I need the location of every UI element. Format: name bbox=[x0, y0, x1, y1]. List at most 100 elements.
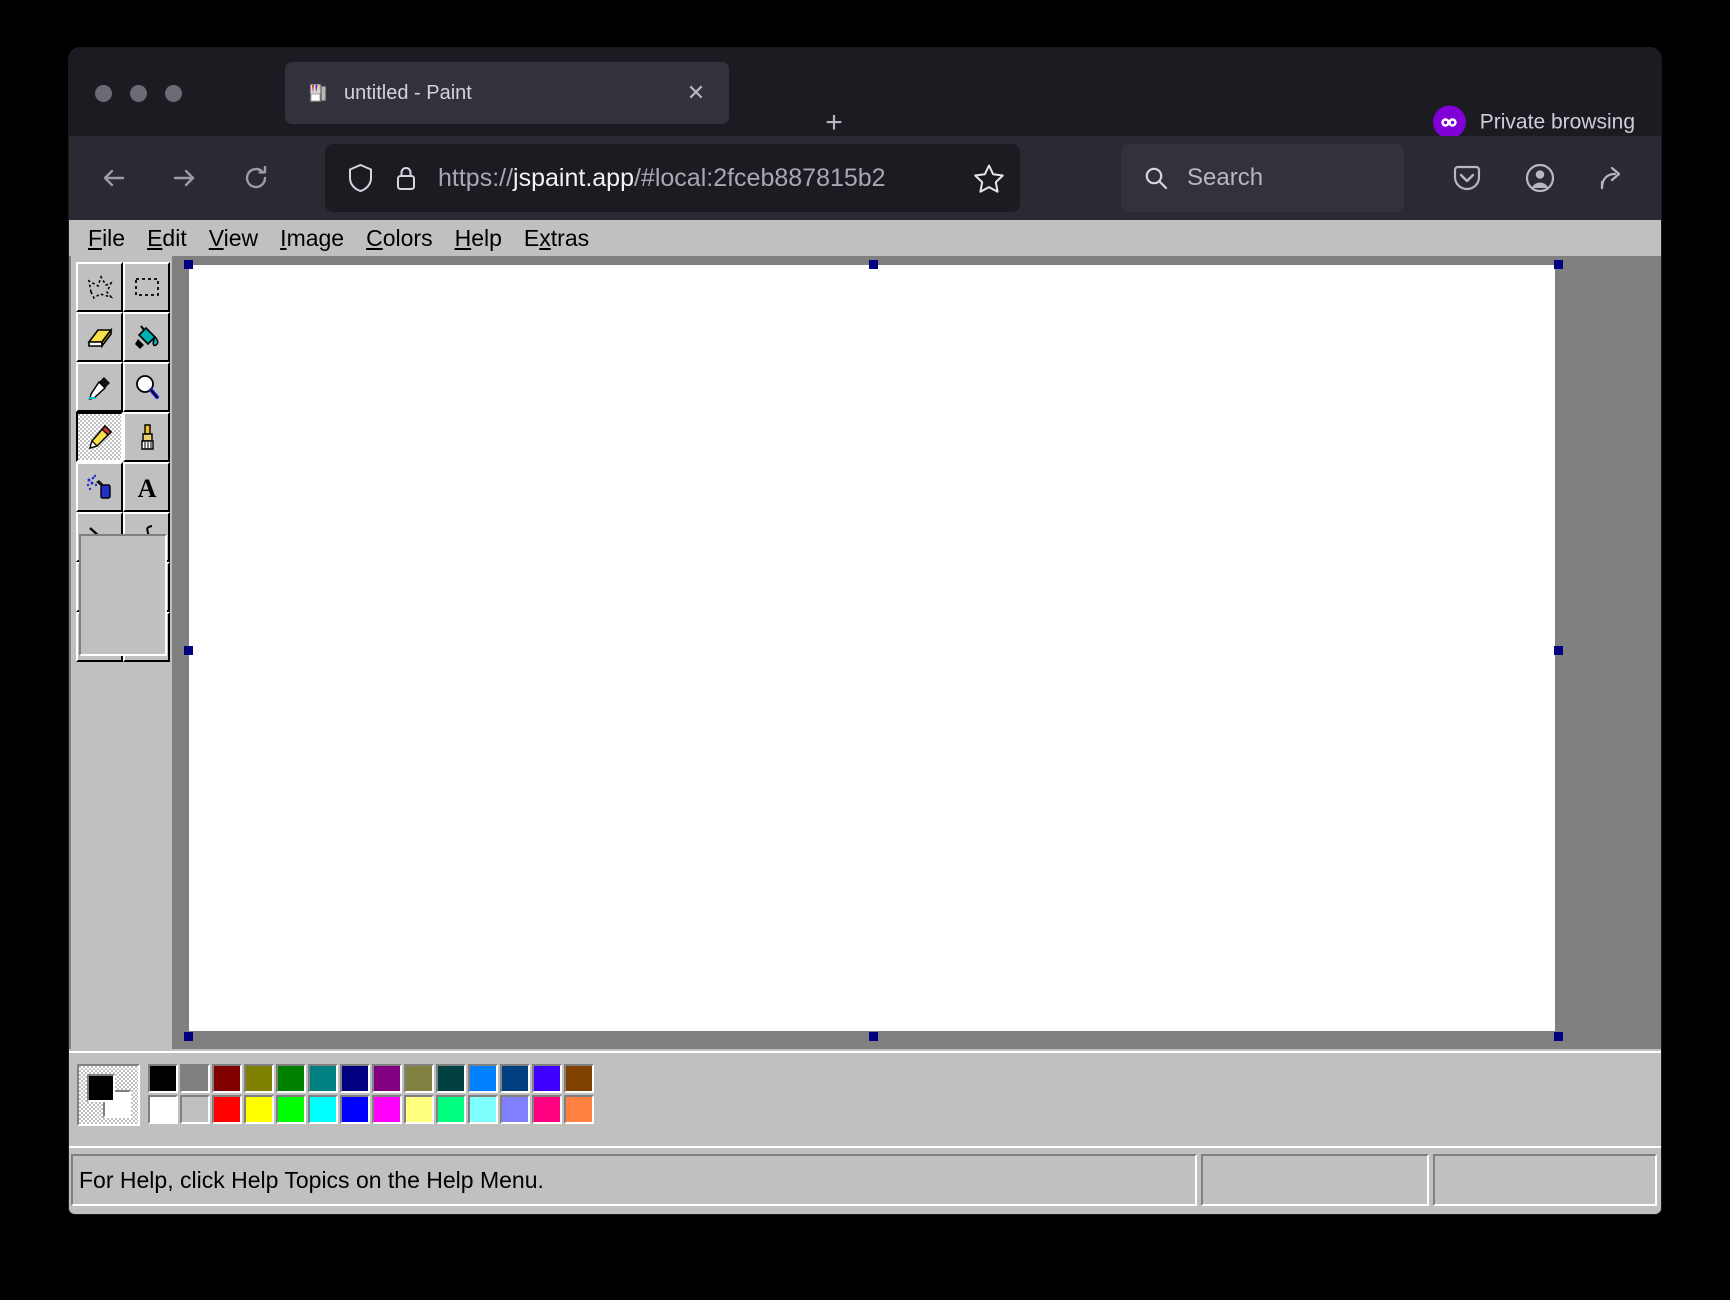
drawing-canvas[interactable] bbox=[189, 265, 1555, 1031]
window-traffic-lights bbox=[95, 85, 182, 102]
paint-palette-icon bbox=[307, 82, 329, 104]
palette-swatch[interactable] bbox=[372, 1064, 402, 1093]
palette-swatch[interactable] bbox=[308, 1064, 338, 1093]
palette-swatch[interactable] bbox=[564, 1095, 594, 1124]
palette-swatch[interactable] bbox=[180, 1095, 210, 1124]
palette-swatch[interactable] bbox=[276, 1095, 306, 1124]
menu-image[interactable]: Image bbox=[269, 223, 355, 254]
palette-swatch[interactable] bbox=[404, 1095, 434, 1124]
browser-tab[interactable]: untitled - Paint ✕ bbox=[285, 62, 729, 124]
palette-swatch[interactable] bbox=[372, 1095, 402, 1124]
color-palette bbox=[77, 1064, 596, 1126]
shield-icon[interactable] bbox=[347, 163, 374, 193]
color-palette-bar bbox=[69, 1051, 1661, 1146]
palette-swatch[interactable] bbox=[532, 1064, 562, 1093]
tool-pick-color[interactable] bbox=[76, 362, 123, 412]
pocket-icon[interactable] bbox=[1450, 161, 1484, 195]
share-icon[interactable] bbox=[1596, 161, 1630, 195]
reload-icon[interactable] bbox=[236, 158, 276, 198]
menu-view[interactable]: View bbox=[198, 223, 269, 254]
new-tab-button[interactable]: + bbox=[817, 106, 851, 140]
palette-swatch[interactable] bbox=[436, 1064, 466, 1093]
tool-rectangle-select[interactable] bbox=[123, 262, 170, 312]
tool-free-form-select[interactable] bbox=[76, 262, 123, 312]
close-icon[interactable]: ✕ bbox=[679, 76, 713, 110]
palette-swatch[interactable] bbox=[500, 1064, 530, 1093]
url-bar[interactable]: https://jspaint.app/#local:2fceb887815b2 bbox=[325, 144, 1020, 212]
palette-swatch[interactable] bbox=[276, 1064, 306, 1093]
maximize-window-button[interactable] bbox=[165, 85, 182, 102]
palette-swatch[interactable] bbox=[436, 1095, 466, 1124]
tool-options-panel bbox=[79, 534, 167, 656]
menu-file[interactable]: File bbox=[77, 223, 136, 254]
tool-magnifier[interactable] bbox=[123, 362, 170, 412]
canvas-handle-middle-right[interactable] bbox=[1554, 646, 1563, 655]
palette-swatch[interactable] bbox=[564, 1064, 594, 1093]
canvas-handle-bottom-right[interactable] bbox=[1554, 1032, 1563, 1041]
palette-swatch[interactable] bbox=[404, 1064, 434, 1093]
search-input[interactable]: Search bbox=[1187, 164, 1263, 192]
arrow-right-icon[interactable] bbox=[164, 158, 204, 198]
tool-fill-with-color[interactable] bbox=[123, 312, 170, 362]
mask-icon bbox=[1433, 106, 1466, 139]
lock-icon[interactable] bbox=[394, 164, 418, 192]
current-colors-indicator[interactable] bbox=[77, 1064, 140, 1126]
palette-swatch[interactable] bbox=[212, 1064, 242, 1093]
palette-swatch[interactable] bbox=[532, 1095, 562, 1124]
canvas-with-handles bbox=[186, 262, 1558, 1034]
palette-swatch[interactable] bbox=[212, 1095, 242, 1124]
close-window-button[interactable] bbox=[95, 85, 112, 102]
palette-swatch[interactable] bbox=[500, 1095, 530, 1124]
menu-bar: FileEditViewImageColorsHelpExtras bbox=[69, 220, 1661, 256]
search-icon bbox=[1143, 165, 1169, 191]
star-icon[interactable] bbox=[972, 162, 1006, 196]
status-coordinates-panel bbox=[1201, 1154, 1429, 1206]
menu-extras[interactable]: Extras bbox=[513, 223, 600, 254]
paint-workspace: A bbox=[69, 256, 1661, 1049]
palette-swatch[interactable] bbox=[180, 1064, 210, 1093]
canvas-handle-top-right[interactable] bbox=[1554, 260, 1563, 269]
tool-text[interactable]: A bbox=[123, 462, 170, 512]
tool-eraser[interactable] bbox=[76, 312, 123, 362]
palette-swatch[interactable] bbox=[308, 1095, 338, 1124]
canvas-area[interactable] bbox=[174, 256, 1661, 1049]
canvas-handle-bottom-left[interactable] bbox=[184, 1032, 193, 1041]
browser-window: untitled - Paint ✕ + Private browsing bbox=[69, 48, 1661, 1214]
minimize-window-button[interactable] bbox=[130, 85, 147, 102]
palette-swatch[interactable] bbox=[148, 1064, 178, 1093]
account-icon[interactable] bbox=[1523, 161, 1557, 195]
tool-brush[interactable] bbox=[123, 412, 170, 462]
tool-pencil[interactable] bbox=[76, 412, 123, 462]
status-message: For Help, click Help Topics on the Help … bbox=[79, 1167, 544, 1194]
toolbox: A bbox=[71, 256, 174, 1049]
palette-swatch[interactable] bbox=[148, 1095, 178, 1124]
palette-swatch[interactable] bbox=[468, 1095, 498, 1124]
menu-help[interactable]: Help bbox=[444, 223, 513, 254]
palette-swatch[interactable] bbox=[244, 1095, 274, 1124]
search-bar[interactable]: Search bbox=[1121, 144, 1404, 212]
palette-swatch-grid bbox=[148, 1064, 596, 1126]
palette-swatch[interactable] bbox=[340, 1064, 370, 1093]
primary-color-swatch[interactable] bbox=[87, 1074, 115, 1102]
tab-strip: untitled - Paint ✕ + Private browsing bbox=[69, 48, 1661, 136]
private-browsing-indicator: Private browsing bbox=[1433, 106, 1635, 139]
canvas-handle-top-left[interactable] bbox=[184, 260, 193, 269]
menu-edit[interactable]: Edit bbox=[136, 223, 198, 254]
canvas-handle-top-center[interactable] bbox=[869, 260, 878, 269]
url-text[interactable]: https://jspaint.app/#local:2fceb887815b2 bbox=[438, 164, 1020, 193]
palette-swatch[interactable] bbox=[244, 1064, 274, 1093]
status-message-panel: For Help, click Help Topics on the Help … bbox=[71, 1154, 1197, 1206]
menu-colors[interactable]: Colors bbox=[355, 223, 443, 254]
tool-airbrush[interactable] bbox=[76, 462, 123, 512]
arrow-left-icon[interactable] bbox=[94, 158, 134, 198]
canvas-handle-bottom-center[interactable] bbox=[869, 1032, 878, 1041]
navigation-toolbar: https://jspaint.app/#local:2fceb887815b2… bbox=[69, 136, 1661, 220]
canvas-handle-middle-left[interactable] bbox=[184, 646, 193, 655]
private-browsing-label: Private browsing bbox=[1480, 110, 1635, 134]
palette-swatch[interactable] bbox=[340, 1095, 370, 1124]
jspaint-application: FileEditViewImageColorsHelpExtras bbox=[69, 220, 1661, 1214]
status-bar: For Help, click Help Topics on the Help … bbox=[69, 1146, 1661, 1212]
status-size-panel bbox=[1433, 1154, 1657, 1206]
svg-text:A: A bbox=[137, 474, 156, 502]
palette-swatch[interactable] bbox=[468, 1064, 498, 1093]
